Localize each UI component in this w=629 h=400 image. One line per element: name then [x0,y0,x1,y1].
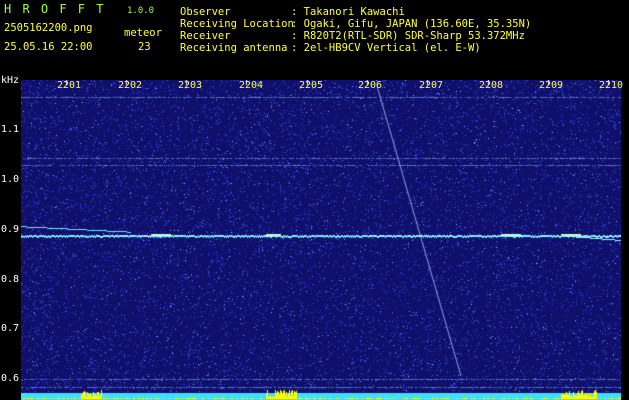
y-tick-label: 1.1 [1,124,20,135]
y-tick-label: 1.0 [1,174,20,185]
time-tick-label: 2206 [358,80,383,91]
y-tick-label: 0.9 [1,224,20,235]
time-tick-label: 2202 [118,80,143,91]
field-label-antenna: Receiving antenna [180,42,288,54]
y-tick-label: 0.8 [1,274,20,285]
y-tick-label: 0.6 [1,373,20,384]
field-value-location: : Ogaki, Gifu, JAPAN (136.60E, 35.35N) [291,18,532,30]
y-axis-unit: kHz [1,75,20,86]
time-tick-label: 2208 [479,80,504,91]
time-tick-label: 2204 [239,80,264,91]
app-name: H R O F F T [4,2,106,16]
time-tick-label: 2205 [299,80,324,91]
header-panel: H R O F F T 1.0.0 2505162200.png meteor … [0,0,629,76]
field-label-location: Receiving Location [180,18,294,30]
meteor-count: 23 [138,41,151,53]
field-label-observer: Observer [180,6,231,18]
field-value-receiver: : R820T2(RTL-SDR) SDR-Sharp 53.372MHz [291,30,525,42]
field-value-observer: : Takanori Kawachi [291,6,405,18]
field-label-receiver: Receiver [180,30,231,42]
app-version: 1.0.0 [127,6,155,16]
time-tick-label: 2210 [599,80,624,91]
datetime: 25.05.16 22:00 [4,41,93,53]
filename: 2505162200.png [4,22,93,34]
time-tick-label: 2201 [57,80,82,91]
time-tick-label: 2203 [178,80,203,91]
field-value-antenna: : 2el-HB9CV Vertical (el. E-W) [291,42,481,54]
time-tick-label: 2207 [419,80,444,91]
meteor-label: meteor [124,27,162,39]
spectrogram-plot [21,80,621,400]
time-tick-label: 2209 [539,80,564,91]
y-tick-label: 0.7 [1,323,20,334]
